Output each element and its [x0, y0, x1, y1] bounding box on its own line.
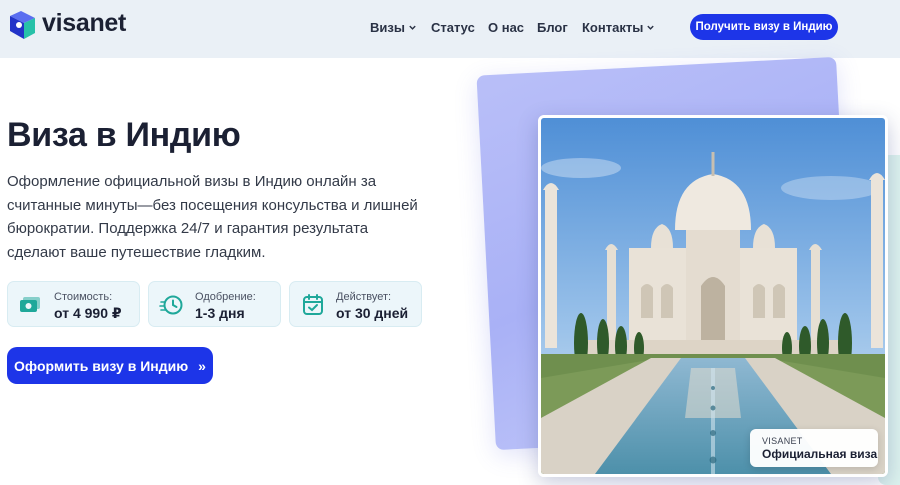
nav-item-status[interactable]: Статус — [431, 20, 475, 35]
nav-item-blog[interactable]: Блог — [537, 20, 568, 35]
apply-visa-button-label: Оформить визу в Индию — [14, 357, 189, 374]
apply-visa-button[interactable]: Оформить визу в Индию » — [7, 347, 213, 384]
nav-item-contacts[interactable]: Контакты — [582, 20, 655, 35]
hero-description: Оформление официальной визы в Индию онла… — [7, 173, 418, 261]
taj-mahal-photo — [538, 115, 888, 477]
visanet-logo-icon[interactable] — [7, 9, 39, 41]
clock-icon — [159, 295, 183, 315]
nav-label: Блог — [537, 20, 568, 35]
calendar-check-icon — [303, 294, 323, 315]
stat-value: от 30 дней — [336, 305, 409, 321]
logo-text[interactable]: visanet — [42, 9, 126, 38]
nav-label: Контакты — [582, 20, 644, 35]
get-visa-header-button[interactable]: Получить визу в Индию — [690, 14, 838, 40]
chevron-down-icon — [409, 25, 416, 30]
official-visa-badge: VISANET Официальная виза — [750, 429, 878, 467]
page-title: Виза в Индию — [7, 116, 241, 154]
badge-brand: VISANET — [762, 436, 803, 446]
nav-label: О нас — [488, 20, 525, 35]
stat-label: Действует: — [336, 291, 392, 303]
stat-card-validity: Действует: от 30 дней — [289, 281, 422, 327]
badge-title: Официальная виза — [762, 447, 878, 461]
nav-label: Визы — [370, 20, 405, 35]
double-chevron-right-icon: » — [198, 357, 206, 374]
money-icon — [20, 297, 40, 312]
stat-label: Стоимость: — [54, 291, 113, 303]
taj-mahal-illustration — [541, 118, 885, 474]
nav-item-visas[interactable]: Визы — [370, 20, 417, 35]
stat-label: Одобрение: — [195, 291, 256, 303]
stat-card-approval: Одобрение: 1-3 дня — [148, 281, 281, 327]
nav-label: Статус — [431, 20, 475, 35]
stat-value: от 4 990 ₽ — [54, 305, 122, 321]
chevron-down-icon — [647, 25, 655, 30]
nav-item-about[interactable]: О нас — [488, 20, 524, 35]
stat-card-price: Стоимость: от 4 990 ₽ — [7, 281, 140, 327]
site-header: visanet Визы Статус О нас Блог Контакты … — [0, 0, 900, 58]
stat-value: 1-3 дня — [195, 305, 245, 321]
